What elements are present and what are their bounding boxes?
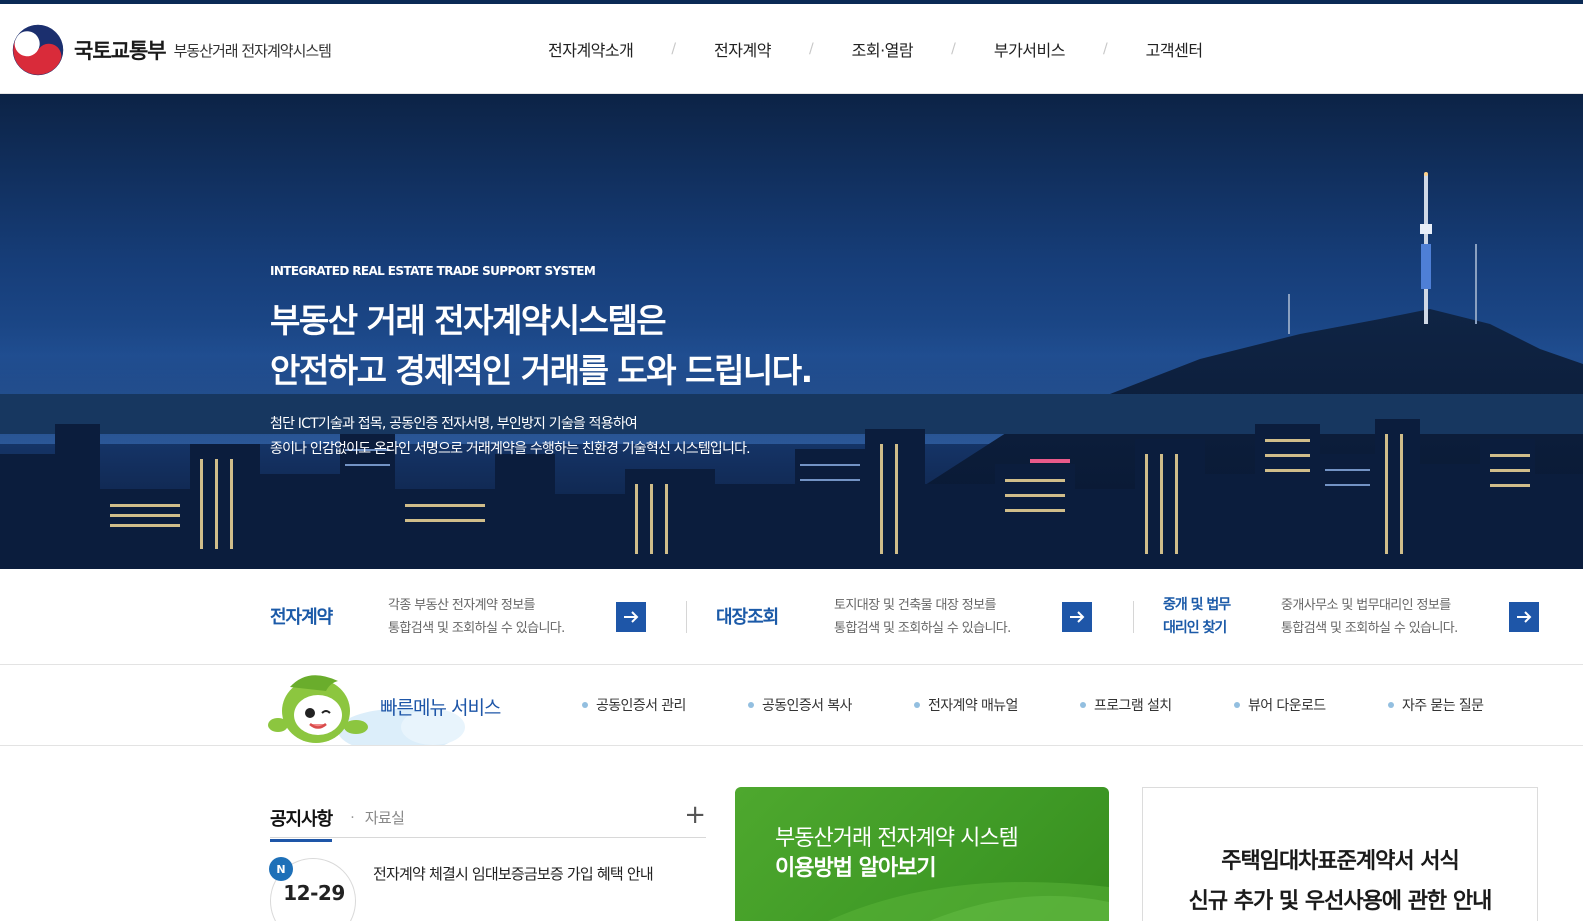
quick-divider [686, 601, 687, 633]
notice-item[interactable]: N 12-29 전자계약 체결시 임대보증금보증 가입 혜택 안내 [269, 838, 706, 921]
tab-resources[interactable]: 자료실 [365, 807, 405, 828]
hero-title: 부동산 거래 전자계약시스템은 안전하고 경제적인 거래를 도와 드립니다. [270, 296, 813, 396]
nav-item-intro[interactable]: 전자계약소개 [548, 37, 634, 61]
fast-link-label: 자주 묻는 질문 [1402, 698, 1484, 714]
fast-link-label: 뷰어 다운로드 [1248, 698, 1326, 714]
hero-title-line: 안전하고 경제적인 거래를 도와 드립니다. [270, 351, 813, 390]
fast-link-manual[interactable]: 전자계약 매뉴얼 [914, 695, 1080, 715]
quick-card-title-line: 대리인 찾기 [1163, 620, 1227, 636]
hero-desc-line: 첨단 ICT기술과 접목, 공동인증 전자서명, 부인방지 기술을 적용하여 [270, 416, 638, 432]
date-badge: N 12-29 [269, 857, 356, 921]
nav-item-customer-center[interactable]: 고객센터 [1146, 37, 1203, 61]
usage-guide-banner[interactable]: 부동산거래 전자계약 시스템 이용방법 알아보기 [735, 787, 1109, 921]
arrow-right-icon[interactable] [616, 602, 646, 632]
guide-banner-line: 부동산거래 전자계약 시스템 [775, 826, 1019, 851]
nav-separator: / [671, 41, 677, 57]
tab-separator-dot: · [350, 809, 355, 826]
bullet-icon [1080, 702, 1086, 708]
fast-link-label: 전자계약 매뉴얼 [928, 698, 1018, 714]
quick-card-desc-line: 통합검색 및 조회하실 수 있습니다. [834, 621, 1011, 636]
fast-link-cert-manage[interactable]: 공동인증서 관리 [582, 695, 748, 715]
lease-notice-line: 신규 추가 및 우선사용에 관한 안내 [1188, 889, 1493, 914]
fast-link-program-install[interactable]: 프로그램 설치 [1080, 695, 1234, 715]
tab-notice[interactable]: 공지사항 [270, 805, 333, 842]
new-badge: N [269, 857, 293, 881]
site-logo[interactable]: 국토교통부 부동산거래 전자계약시스템 [12, 24, 332, 76]
bullet-icon [1388, 702, 1394, 708]
bullet-icon [1234, 702, 1240, 708]
hero-eyebrow: INTEGRATED REAL ESTATE TRADE SUPPORT SYS… [270, 264, 596, 278]
notice-tabs: 공지사항 · 자료실 + [270, 798, 706, 842]
fast-link-faq[interactable]: 자주 묻는 질문 [1388, 695, 1484, 715]
hero-desc-line: 종이나 인감없이도 온라인 서명으로 거래계약을 수행하는 친환경 기술혁신 시… [270, 441, 751, 457]
quick-card-agent-finder[interactable]: 중개 및 법무 대리인 찾기 중개사무소 및 법무대리인 정보를 통합검색 및 … [1163, 569, 1539, 665]
main-content: 공지사항 · 자료실 + N 12-29 전자계약 체결시 임대보증금보증 가입… [0, 746, 1583, 921]
fast-link-label: 공동인증서 복사 [762, 698, 852, 714]
quick-card-desc-line: 토지대장 및 건축물 대장 정보를 [834, 598, 996, 613]
quick-card-desc-line: 각종 부동산 전자계약 정보를 [388, 598, 536, 613]
arrow-right-icon[interactable] [1509, 602, 1539, 632]
hero-description: 첨단 ICT기술과 접목, 공동인증 전자서명, 부인방지 기술을 적용하여 종… [270, 412, 812, 462]
nav-separator: / [808, 41, 814, 57]
bullet-icon [582, 702, 588, 708]
ministry-name: 국토교통부 [74, 39, 167, 63]
main-navigation: 전자계약소개 / 전자계약 / 조회·열람 / 부가서비스 / 고객센터 [548, 4, 1203, 94]
quick-card-e-contract[interactable]: 전자계약 각종 부동산 전자계약 정보를 통합검색 및 조회하실 수 있습니다. [270, 569, 646, 665]
nav-item-e-contract[interactable]: 전자계약 [714, 37, 771, 61]
bullet-icon [914, 702, 920, 708]
quick-card-desc-line: 중개사무소 및 법무대리인 정보를 [1281, 598, 1451, 613]
nav-item-extra-services[interactable]: 부가서비스 [994, 37, 1066, 61]
quick-card-desc: 중개사무소 및 법무대리인 정보를 통합검색 및 조회하실 수 있습니다. [1281, 594, 1509, 640]
quick-card-title: 중개 및 법무 대리인 찾기 [1163, 594, 1281, 640]
quick-service-cards: 전자계약 각종 부동산 전자계약 정보를 통합검색 및 조회하실 수 있습니다.… [0, 569, 1583, 665]
bullet-icon [748, 702, 754, 708]
fast-link-viewer-download[interactable]: 뷰어 다운로드 [1234, 695, 1388, 715]
quick-card-title: 전자계약 [270, 606, 333, 628]
arrow-right-icon[interactable] [1062, 602, 1092, 632]
hero-copy: INTEGRATED REAL ESTATE TRADE SUPPORT SYS… [270, 264, 813, 462]
notice-board: 공지사항 · 자료실 + N 12-29 전자계약 체결시 임대보증금보증 가입… [269, 798, 706, 921]
fast-link-label: 공동인증서 관리 [596, 698, 686, 714]
quick-card-ledger[interactable]: 대장조회 토지대장 및 건축물 대장 정보를 통합검색 및 조회하실 수 있습니… [716, 569, 1092, 665]
hero-banner: INTEGRATED REAL ESTATE TRADE SUPPORT SYS… [0, 94, 1583, 569]
quick-divider [1133, 601, 1134, 633]
system-name: 부동산거래 전자계약시스템 [173, 41, 332, 60]
fast-menu-title: 빠른메뉴 서비스 [380, 697, 501, 719]
quick-card-desc: 토지대장 및 건축물 대장 정보를 통합검색 및 조회하실 수 있습니다. [834, 594, 1062, 640]
notice-date: 12-29 [283, 881, 345, 905]
nav-separator: / [951, 41, 956, 57]
fast-link-cert-copy[interactable]: 공동인증서 복사 [748, 695, 914, 715]
lease-contract-notice-box[interactable]: 주택임대차표준계약서 서식 신규 추가 및 우선사용에 관한 안내 [1142, 787, 1538, 921]
quick-card-title: 대장조회 [716, 606, 779, 628]
fast-link-label: 프로그램 설치 [1094, 698, 1172, 714]
nav-item-inquiry[interactable]: 조회·열람 [852, 37, 914, 61]
quick-card-desc: 각종 부동산 전자계약 정보를 통합검색 및 조회하실 수 있습니다. [388, 594, 616, 640]
ministry-emblem-icon [12, 24, 64, 76]
quick-card-desc-line: 통합검색 및 조회하실 수 있습니다. [388, 621, 565, 636]
guide-banner-line: 이용방법 알아보기 [775, 856, 937, 881]
site-header: 국토교통부 부동산거래 전자계약시스템 전자계약소개 / 전자계약 / 조회·열… [0, 4, 1583, 94]
fast-menu-bar: 빠른메뉴 서비스 공동인증서 관리 공동인증서 복사 전자계약 매뉴얼 프로그램… [0, 665, 1583, 746]
notice-title[interactable]: 전자계약 체결시 임대보증금보증 가입 혜택 안내 [373, 863, 654, 884]
lease-notice-line: 주택임대차표준계약서 서식 [1221, 849, 1460, 874]
fast-menu-links: 공동인증서 관리 공동인증서 복사 전자계약 매뉴얼 프로그램 설치 뷰어 다운… [582, 695, 1484, 715]
nav-separator: / [1102, 41, 1108, 57]
quick-card-title-line: 중개 및 법무 [1163, 597, 1231, 613]
hero-title-line: 부동산 거래 전자계약시스템은 [270, 301, 667, 340]
more-plus-icon[interactable]: + [684, 800, 706, 830]
quick-card-desc-line: 통합검색 및 조회하실 수 있습니다. [1281, 621, 1458, 636]
